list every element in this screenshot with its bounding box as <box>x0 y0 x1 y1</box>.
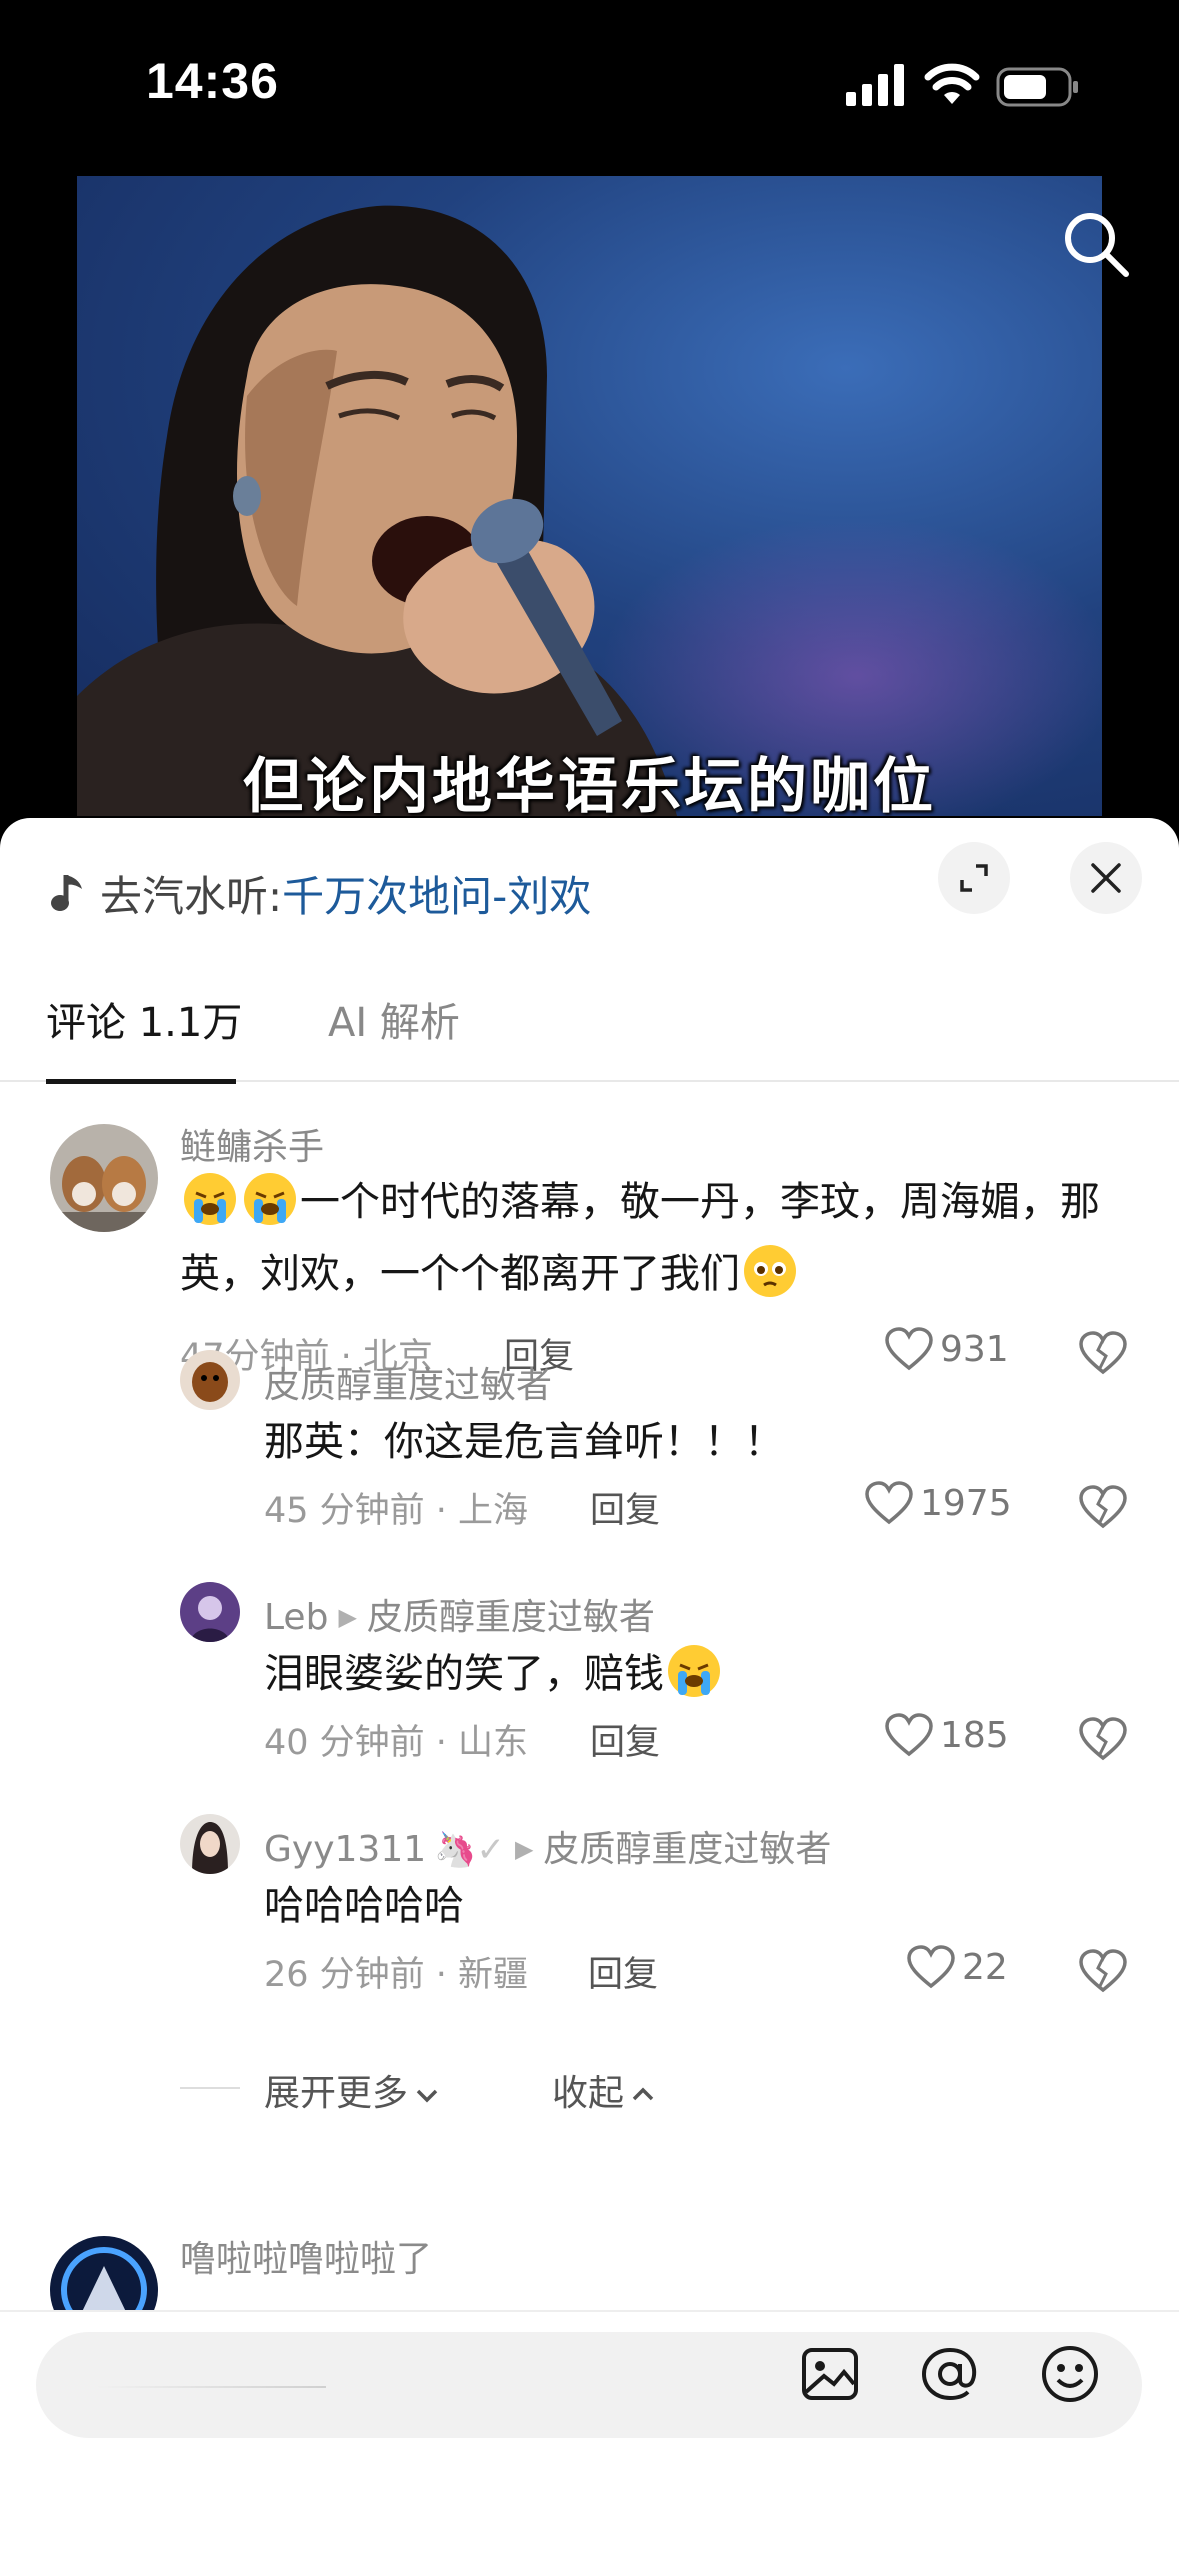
battery-icon <box>996 67 1078 107</box>
broken-heart-icon[interactable] <box>1078 1484 1128 1530</box>
tab-comments-label: 评论 1.1万 <box>46 1000 243 1046</box>
reply-button[interactable]: 回复 <box>590 1714 660 1765</box>
wifi-icon <box>924 63 980 104</box>
status-bar: 14:36 <box>0 0 1179 170</box>
tab-ai-label: AI 解析 <box>328 1000 460 1046</box>
tab-comments[interactable]: 评论 1.1万 <box>46 988 243 1084</box>
unicorn-badge-icon: 🦄✓ <box>434 1830 505 1870</box>
reply-meta: 40 分钟前 · 山东 <box>264 1723 529 1763</box>
expand-more-label: 展开更多 <box>264 2073 409 2114</box>
chevron-up-icon <box>632 2087 654 2101</box>
pleading-emoji-icon <box>744 1245 796 1297</box>
reply-meta: 45 分钟前 · 上海 <box>264 1491 529 1531</box>
reply-arrow-icon: ▶ <box>514 1835 534 1863</box>
chevron-down-icon <box>416 2089 438 2103</box>
broken-heart-icon[interactable] <box>1078 1948 1128 1994</box>
reply-author[interactable]: Gyy1311 <box>264 1829 426 1870</box>
reply-text: 哈哈哈哈哈 <box>264 1883 464 1929</box>
tab-underline <box>46 1079 236 1084</box>
like-button[interactable]: 22 <box>906 1944 1008 1990</box>
heart-icon <box>865 1481 913 1525</box>
video-subtitle: 但论内地华语乐坛的咖位 <box>243 752 936 816</box>
like-count: 931 <box>940 1328 1009 1370</box>
reply-text: 泪眼婆娑的笑了，赔钱 <box>264 1638 724 1710</box>
input-cursor-line <box>96 2386 326 2388</box>
avatar[interactable] <box>180 1350 240 1410</box>
reply-username[interactable]: 皮质醇重度过敏者 <box>264 1356 552 1408</box>
expand-more-button[interactable]: 展开更多 <box>264 2064 442 2116</box>
music-note-icon <box>51 875 82 911</box>
reply-username: Gyy1311 🦄✓ ▶ 皮质醇重度过敏者 <box>264 1820 831 1872</box>
like-button[interactable]: 931 <box>884 1326 1009 1372</box>
avatar[interactable] <box>180 1582 240 1642</box>
music-title-link[interactable]: 千万次地问-刘欢 <box>282 863 591 924</box>
like-button[interactable]: 185 <box>884 1712 1009 1758</box>
comment-input-bar <box>0 2310 1179 2556</box>
divider <box>180 2087 240 2089</box>
comment-username[interactable]: 噜啦啦噜啦啦了 <box>180 2230 432 2282</box>
tab-ai-analysis[interactable]: AI 解析 <box>328 988 460 1082</box>
reply-text-body: 泪眼婆娑的笑了，赔钱 <box>264 1651 664 1697</box>
expand-button[interactable] <box>938 842 1010 914</box>
close-button[interactable] <box>1070 842 1142 914</box>
broken-heart-icon[interactable] <box>1078 1716 1128 1762</box>
like-button[interactable]: 1975 <box>864 1480 1012 1526</box>
crying-emoji-icon <box>668 1645 720 1697</box>
close-icon <box>1091 863 1121 893</box>
heart-icon <box>885 1327 933 1371</box>
avatar[interactable] <box>180 1814 240 1874</box>
thread-controls: 展开更多 收起 <box>180 2058 780 2118</box>
comment-username[interactable]: 鲢鳙杀手 <box>180 1118 324 1170</box>
reply-meta: 26 分钟前 · 新疆 <box>264 1955 529 1995</box>
status-time: 14:36 <box>146 53 279 109</box>
at-icon[interactable] <box>918 2342 982 2406</box>
music-link-row[interactable]: 去汽水听: 千万次地问-刘欢 <box>50 858 591 928</box>
cellular-signal-icon <box>846 64 904 106</box>
comment-panel: 去汽水听: 千万次地问-刘欢 评论 1.1万 AI 解析 鲢鳙杀手 一个时代的落… <box>0 818 1179 2556</box>
video-player[interactable]: 但论内地华语乐坛的咖位 <box>77 176 1102 816</box>
reply-arrow-icon: ▶ <box>338 1603 357 1631</box>
reply-button[interactable]: 回复 <box>590 1482 660 1533</box>
reply-to-user[interactable]: 皮质醇重度过敏者 <box>543 1829 831 1870</box>
reply-to-user[interactable]: 皮质醇重度过敏者 <box>367 1597 655 1638</box>
like-count: 22 <box>962 1946 1008 1988</box>
broken-heart-icon[interactable] <box>1078 1330 1128 1376</box>
like-count: 1975 <box>920 1482 1012 1524</box>
crying-emoji-icon <box>244 1173 296 1225</box>
image-icon[interactable] <box>798 2342 862 2406</box>
emoji-icon[interactable] <box>1038 2342 1102 2406</box>
heart-icon <box>907 1945 955 1989</box>
collapse-button[interactable]: 收起 <box>552 2064 658 2116</box>
search-icon[interactable] <box>1060 208 1132 280</box>
tab-bar: 评论 1.1万 AI 解析 <box>0 988 1179 1084</box>
crying-emoji-icon <box>184 1173 236 1225</box>
like-count: 185 <box>940 1714 1009 1756</box>
reply-text: 那英：你这是危言耸听！！！ <box>264 1419 784 1465</box>
reply-button[interactable]: 回复 <box>588 1946 658 1997</box>
singer-image <box>77 205 677 816</box>
comment-text-body: 一个时代的落幕，敬一丹，李玟，周海媚，那英，刘欢，一个个都离开了我们 <box>180 1179 1100 1297</box>
reply-username: Leb ▶ 皮质醇重度过敏者 <box>264 1588 655 1640</box>
comment-text: 一个时代的落幕，敬一丹，李玟，周海媚，那英，刘欢，一个个都离开了我们 <box>180 1166 1100 1310</box>
music-prefix: 去汽水听: <box>100 871 283 921</box>
heart-icon <box>885 1713 933 1757</box>
reply-author[interactable]: Leb <box>264 1597 328 1638</box>
expand-icon <box>960 864 988 892</box>
collapse-label: 收起 <box>552 2073 625 2114</box>
avatar[interactable] <box>50 1124 158 1232</box>
